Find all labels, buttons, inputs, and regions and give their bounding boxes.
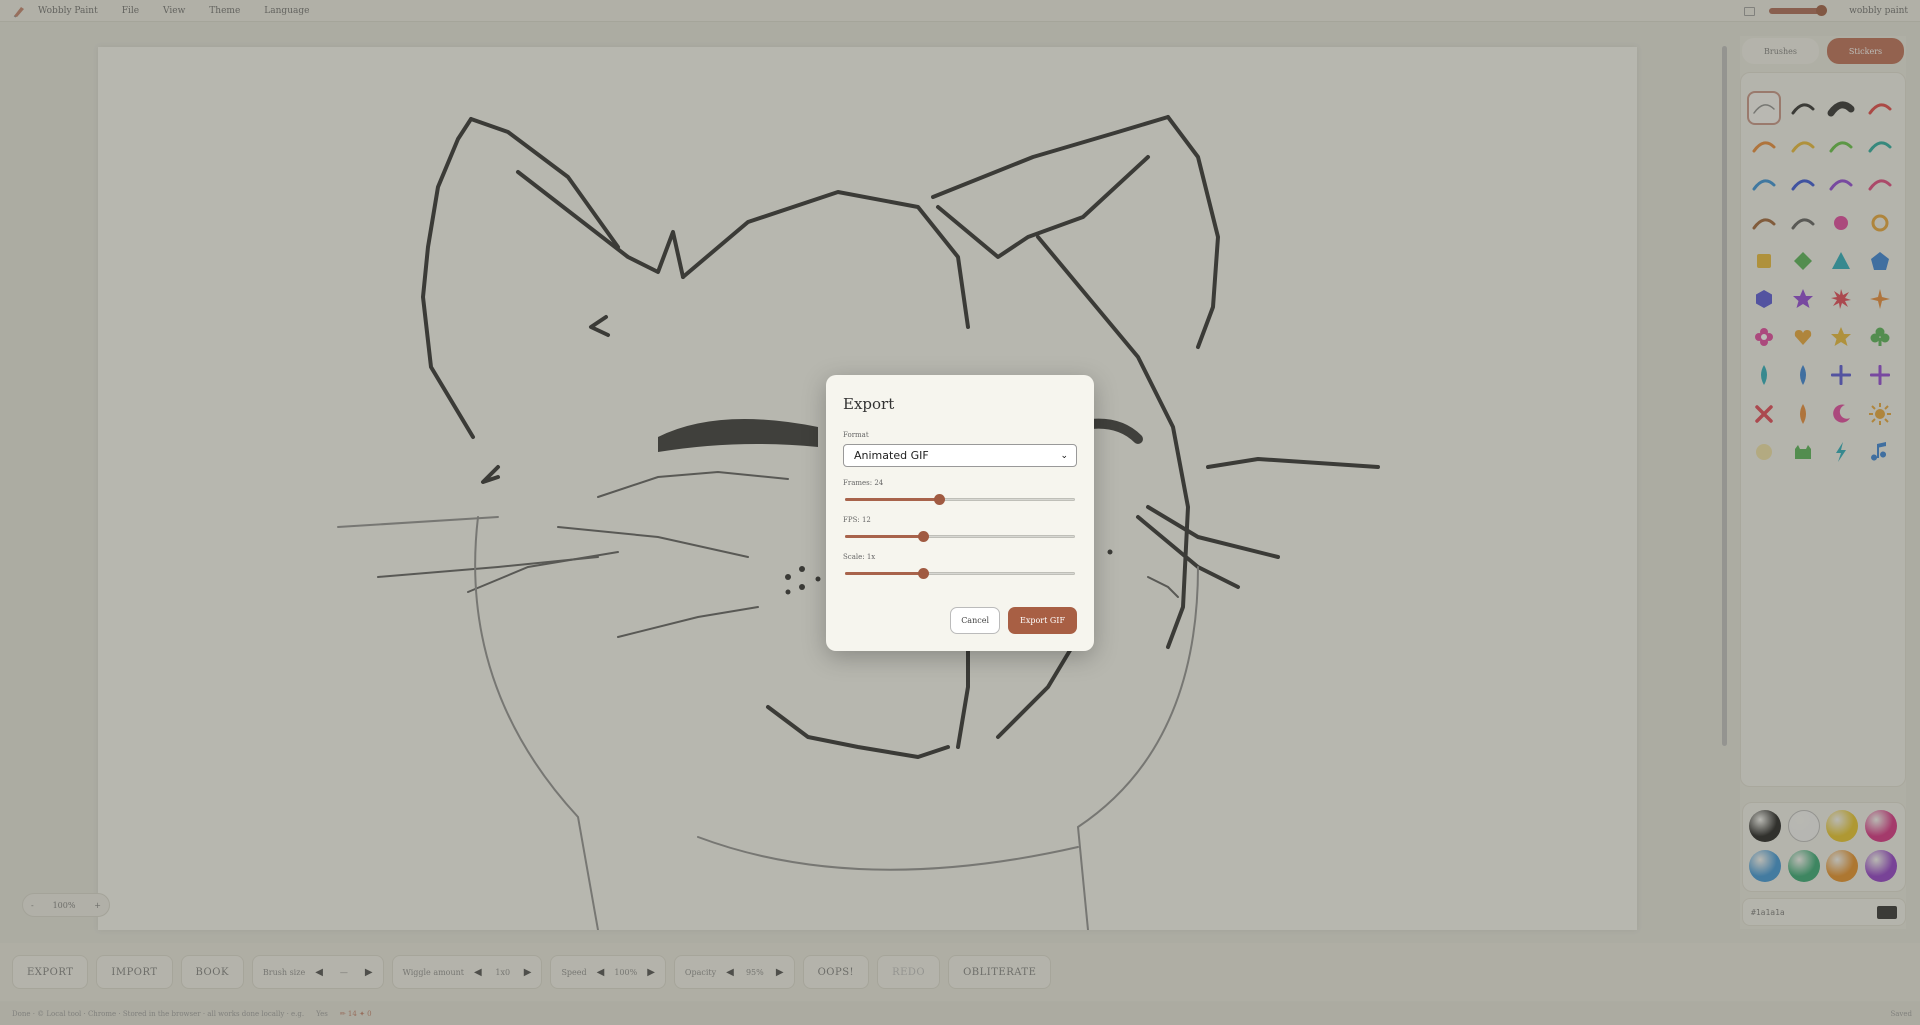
fps-slider-fill: [845, 535, 924, 538]
scale-label: Scale: 1x: [843, 553, 876, 561]
dialog-title: Export: [843, 395, 895, 413]
fps-slider-thumb[interactable]: [918, 531, 930, 542]
scale-slider-fill: [845, 572, 924, 575]
frames-label: Frames: 24: [843, 479, 884, 487]
fps-label: FPS: 12: [843, 516, 871, 524]
scale-slider[interactable]: [843, 568, 1077, 579]
export-gif-button[interactable]: Export GIF: [1008, 607, 1077, 634]
frames-slider-thumb[interactable]: [934, 494, 946, 505]
format-value: Animated GIF: [854, 449, 929, 462]
frames-slider[interactable]: [843, 494, 1077, 505]
scale-slider-thumb[interactable]: [918, 568, 930, 579]
cancel-button[interactable]: Cancel: [950, 607, 1001, 634]
export-dialog: Export Format Animated GIF ⌄ Frames: 24 …: [826, 375, 1094, 651]
format-label: Format: [843, 431, 869, 439]
format-select[interactable]: Animated GIF ⌄: [843, 444, 1077, 467]
chevron-down-icon: ⌄: [1060, 450, 1068, 461]
fps-slider[interactable]: [843, 531, 1077, 542]
frames-slider-fill: [845, 498, 940, 501]
